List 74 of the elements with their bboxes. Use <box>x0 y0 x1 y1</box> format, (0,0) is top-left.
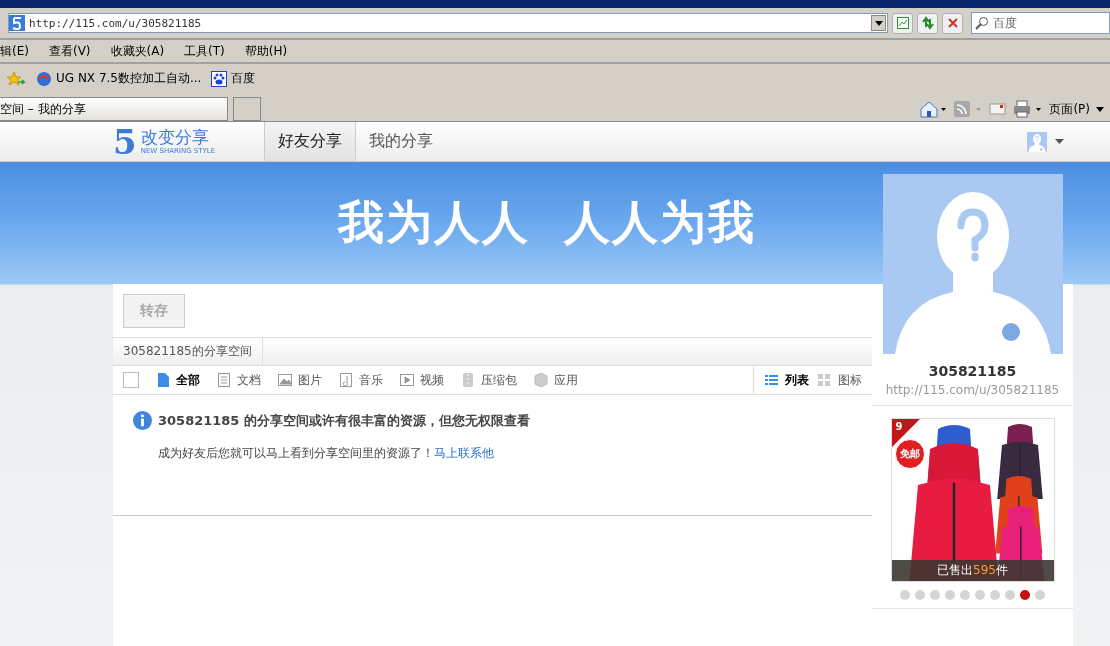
notice-text: 成为好友后您就可以马上看到分享空间里的资源了！ <box>158 445 434 462</box>
filter-tab[interactable]: 应用 <box>533 371 578 389</box>
paw-icon <box>211 70 228 87</box>
browser-tab[interactable]: 空间 – 我的分享 <box>0 97 228 121</box>
carousel-dot[interactable] <box>930 590 940 600</box>
page-menu[interactable]: 页面(P) <box>1049 100 1090 118</box>
favorites-star-icon[interactable] <box>6 70 26 87</box>
filter-tab[interactable]: 音乐 <box>338 371 383 389</box>
new-tab-button[interactable] <box>233 97 261 121</box>
filter-tab[interactable]: 文档 <box>216 371 261 389</box>
favorite-link[interactable]: 百度 <box>211 70 256 87</box>
home-icon[interactable] <box>919 100 948 118</box>
list-icon <box>764 372 780 388</box>
close-icon <box>946 17 959 29</box>
info-icon <box>133 411 152 430</box>
address-field[interactable]: http://115.com/u/305821185 <box>8 13 888 33</box>
favorite-link[interactable]: UG NX 7.5数控加工自动... <box>36 70 202 87</box>
profile-name: 305821185 <box>928 363 1017 379</box>
view-toggle[interactable]: 图标 <box>817 371 862 389</box>
menu-item[interactable]: 工具(T) <box>184 42 225 60</box>
site-icon <box>9 15 25 31</box>
box-icon <box>533 372 549 388</box>
dropdown-button[interactable] <box>871 15 886 31</box>
stop-button[interactable] <box>942 12 963 34</box>
contact-link[interactable]: 马上联系他 <box>434 445 494 462</box>
menu-item[interactable]: 帮助(H) <box>244 42 288 60</box>
carousel-dot[interactable] <box>1005 590 1015 600</box>
caret-icon[interactable] <box>1055 139 1064 144</box>
carousel-dot[interactable] <box>990 590 1000 600</box>
menu-item[interactable]: 辑(E) <box>0 42 29 60</box>
filter-tab[interactable]: 压缩包 <box>460 371 517 389</box>
banner-slogan: 人人为我 <box>564 194 756 251</box>
compatibility-button[interactable] <box>892 12 913 34</box>
page-icon <box>895 16 910 30</box>
file-icon <box>155 372 171 388</box>
banner-slogan: 我为人人 <box>338 194 530 251</box>
view-toggle[interactable]: 列表 <box>764 371 809 389</box>
promo-card[interactable]: 9 免邮 已售出 595件 <box>890 418 1055 582</box>
filter-tab[interactable]: 视频 <box>399 371 444 389</box>
carousel-dot[interactable] <box>975 590 985 600</box>
image-icon <box>277 372 293 388</box>
mail-icon[interactable] <box>989 102 1008 116</box>
refresh-icon <box>920 16 935 30</box>
nav-tab[interactable]: 好友分享 <box>264 122 355 161</box>
carousel-dot[interactable] <box>1020 590 1030 600</box>
globe-icon <box>36 70 52 87</box>
carousel-dot[interactable] <box>900 590 910 600</box>
caret-icon <box>874 20 883 26</box>
carousel-dot[interactable] <box>960 590 970 600</box>
carousel-dot[interactable] <box>1035 590 1045 600</box>
grid-icon <box>817 372 833 388</box>
video-icon <box>399 372 415 388</box>
user-avatar[interactable] <box>1027 131 1047 152</box>
search-icon <box>975 16 989 30</box>
refresh-button[interactable] <box>917 12 938 34</box>
filter-tab[interactable]: 全部 <box>155 371 200 389</box>
printer-icon[interactable] <box>1013 100 1044 118</box>
music-icon <box>338 372 354 388</box>
select-all-checkbox[interactable] <box>123 372 139 388</box>
carousel-dot[interactable] <box>915 590 925 600</box>
sales-caption: 已售出 595件 <box>891 560 1054 581</box>
menu-item[interactable]: 查看(V) <box>48 42 91 60</box>
feed-icon[interactable] <box>953 100 984 118</box>
notice-title: 305821185 的分享空间或许有很丰富的资源，但您无权限查看 <box>158 411 530 430</box>
promo-number-label: 9 <box>895 421 903 432</box>
filter-tab[interactable]: 图片 <box>277 371 322 389</box>
nav-tab[interactable]: 我的分享 <box>355 122 446 161</box>
caret-icon <box>1096 106 1104 112</box>
menu-item[interactable]: 收藏夹(A) <box>110 42 165 60</box>
breadcrumb[interactable]: 305821185的分享空间 <box>113 338 263 365</box>
carousel-dot[interactable] <box>945 590 955 600</box>
search-field[interactable]: 百度 <box>971 12 1110 34</box>
document-icon <box>216 372 232 388</box>
archive-icon <box>460 372 476 388</box>
